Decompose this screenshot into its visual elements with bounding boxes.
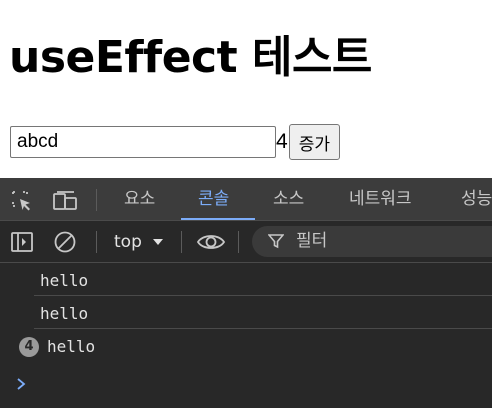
clear-console-icon[interactable] <box>53 230 77 254</box>
device-toolbar-icon[interactable] <box>52 189 77 213</box>
tab-performance[interactable]: 성능 <box>461 178 492 221</box>
repeat-count-badge: 4 <box>19 337 39 357</box>
page-title: useEffect 테스트 <box>9 32 372 83</box>
chevron-down-icon <box>152 221 164 263</box>
context-selector[interactable]: top <box>114 221 164 263</box>
console-log-row: 4 hello <box>0 329 492 362</box>
toolbar-divider <box>181 231 182 253</box>
chevron-right-icon[interactable] <box>14 376 28 390</box>
console-message: hello <box>40 304 89 323</box>
filter-placeholder: 필터 <box>296 231 328 251</box>
eye-icon[interactable] <box>196 230 226 254</box>
sidebar-toggle-icon[interactable] <box>10 230 34 254</box>
active-tab-indicator <box>181 218 255 220</box>
tab-elements[interactable]: 요소 <box>124 178 155 221</box>
console-log-row: hello <box>0 263 492 296</box>
console-output: hello hello 4 hello <box>0 263 492 408</box>
devtools-tab-bar: 요소 콘솔 소스 네트워크 성능 <box>0 178 492 221</box>
text-input[interactable] <box>10 126 276 158</box>
tab-network[interactable]: 네트워크 <box>349 178 412 221</box>
count-value: 4 <box>276 130 288 153</box>
tab-sources[interactable]: 소스 <box>273 178 304 221</box>
app-page: useEffect 테스트 4 증가 <box>0 0 492 178</box>
toolbar-divider <box>96 189 97 211</box>
tab-console[interactable]: 콘솔 <box>198 178 229 221</box>
toolbar-divider <box>96 231 97 253</box>
filter-icon <box>267 233 285 253</box>
inspect-element-icon[interactable] <box>10 189 34 213</box>
console-message: hello <box>40 271 89 290</box>
context-label: top <box>114 232 142 252</box>
console-log-row: hello <box>0 296 492 329</box>
filter-input[interactable]: 필터 <box>252 226 492 257</box>
controls-row: 4 증가 <box>10 124 340 160</box>
toolbar-divider <box>238 231 239 253</box>
console-toolbar: top 필터 <box>0 221 492 263</box>
increment-button[interactable]: 증가 <box>288 124 340 160</box>
console-message: hello <box>47 337 96 356</box>
devtools-panel: 요소 콘솔 소스 네트워크 성능 top 필터 hello hello 4 he… <box>0 178 492 408</box>
